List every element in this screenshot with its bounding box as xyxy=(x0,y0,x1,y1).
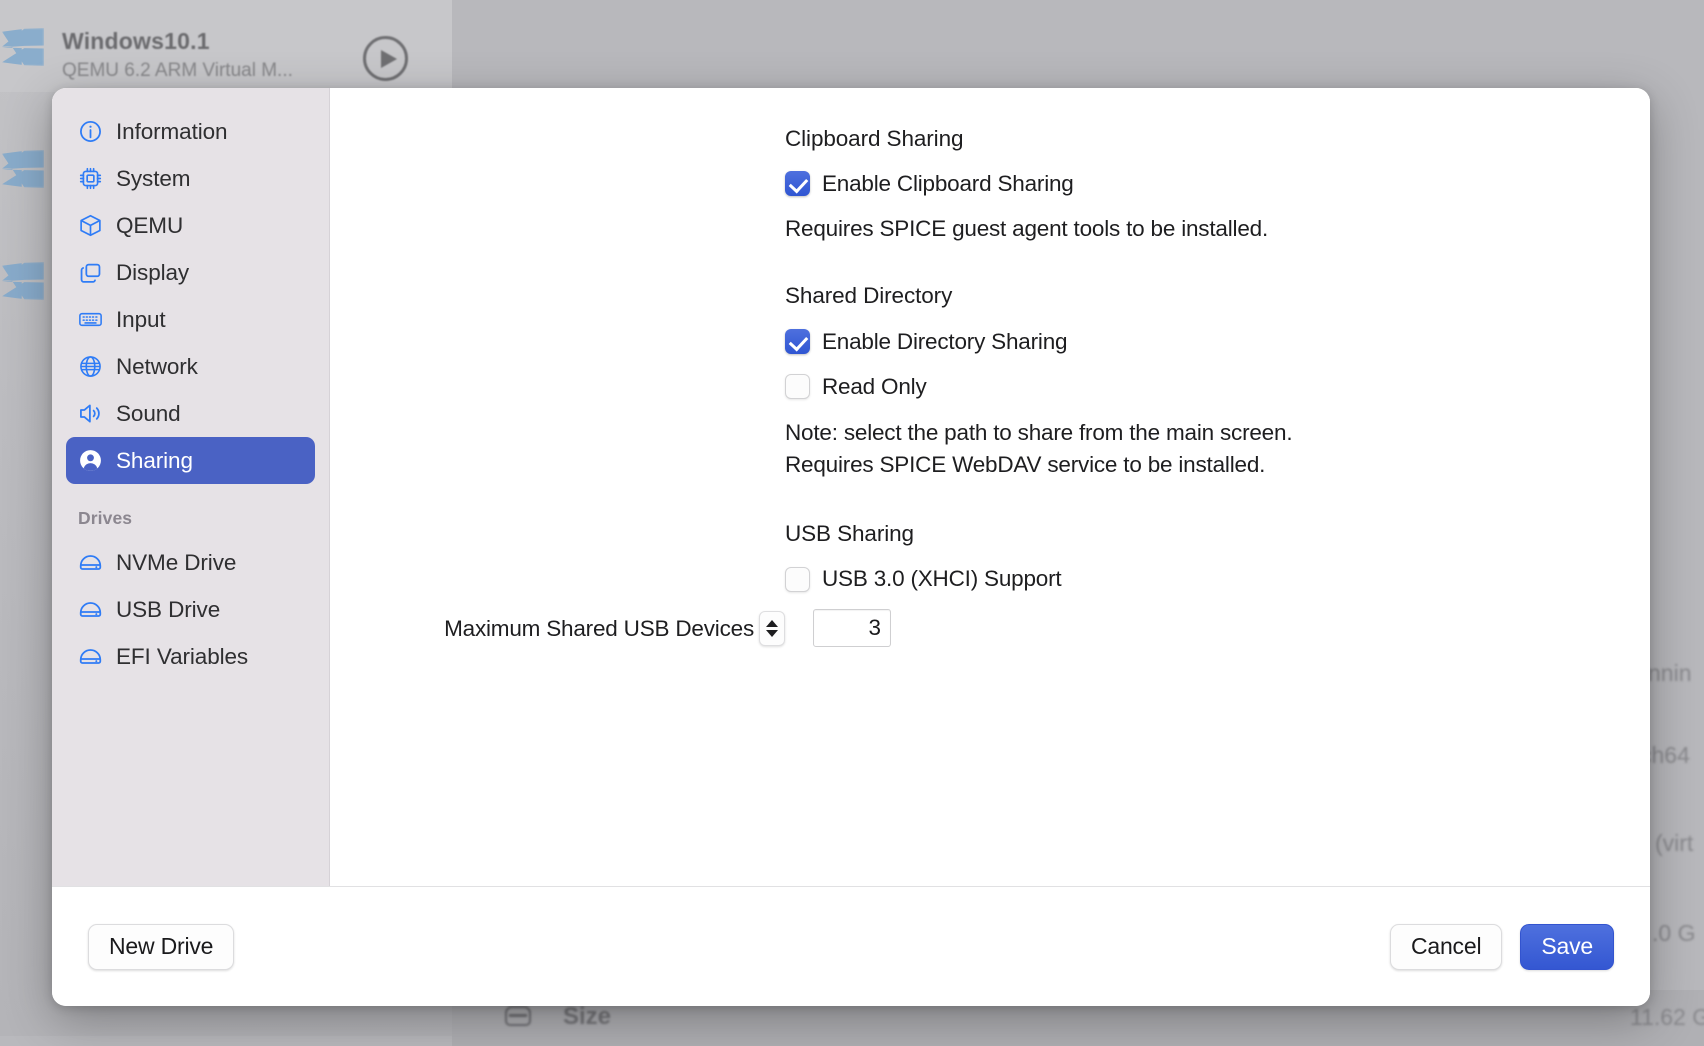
max-usb-devices-label: Maximum Shared USB Devices xyxy=(444,612,754,645)
keyboard-icon xyxy=(78,307,103,332)
dialog-footer: New Drive Cancel Save xyxy=(52,886,1650,1006)
host-size-label: Size xyxy=(563,1003,611,1031)
sidebar-item-label: Input xyxy=(116,307,166,333)
enable-clipboard-sharing-label: Enable Clipboard Sharing xyxy=(822,171,1074,197)
clipboard-section-title-row: Clipboard Sharing xyxy=(330,128,1650,151)
sidebar-item-system[interactable]: System xyxy=(66,155,315,202)
read-only-checkbox[interactable] xyxy=(785,374,810,399)
directory-enable-row: Enable Directory Sharing xyxy=(330,329,1650,355)
drive-icon xyxy=(78,597,103,622)
stepper-up-icon[interactable] xyxy=(766,620,778,627)
enable-clipboard-sharing-checkbox-row[interactable]: Enable Clipboard Sharing xyxy=(785,171,1650,197)
sidebar-item-usb-drive[interactable]: USB Drive xyxy=(66,586,315,633)
sidebar-item-label: Display xyxy=(116,260,189,286)
sidebar-item-label: Information xyxy=(116,119,227,145)
sidebar-item-label: System xyxy=(116,166,190,192)
clipboard-enable-row: Enable Clipboard Sharing xyxy=(330,171,1650,197)
sidebar-item-input[interactable]: Input xyxy=(66,296,315,343)
shared-directory-section-title: Shared Directory xyxy=(785,285,1650,308)
sidebar-item-network[interactable]: Network xyxy=(66,343,315,390)
enable-directory-sharing-checkbox[interactable] xyxy=(785,329,810,354)
drive-icon xyxy=(505,1006,531,1026)
enable-clipboard-sharing-checkbox[interactable] xyxy=(785,171,810,196)
sidebar-group-drives: Drives xyxy=(66,508,315,529)
host-virt-fragment: (virt xyxy=(1655,830,1693,857)
stepper-down-icon[interactable] xyxy=(766,630,778,637)
windows-stack-icon xyxy=(78,260,103,285)
shared-directory-note-line1: Note: select the path to share from the … xyxy=(785,417,1650,449)
host-window-subtitle: QEMU 6.2 ARM Virtual M... xyxy=(62,60,293,82)
read-only-label: Read Only xyxy=(822,374,927,400)
settings-content-sharing: Clipboard Sharing Enable Clipboard Shari… xyxy=(330,88,1650,886)
read-only-checkbox-row[interactable]: Read Only xyxy=(785,374,1650,400)
person-circle-icon xyxy=(78,448,103,473)
max-usb-devices-stepper[interactable] xyxy=(759,611,785,646)
play-icon[interactable] xyxy=(363,36,408,81)
cancel-button[interactable]: Cancel xyxy=(1390,924,1502,970)
drive-icon xyxy=(78,550,103,575)
clipboard-note: Requires SPICE guest agent tools to be i… xyxy=(785,213,1650,245)
directory-readonly-row: Read Only xyxy=(330,374,1650,400)
enable-directory-sharing-label: Enable Directory Sharing xyxy=(822,329,1067,355)
usb3-xhci-label: USB 3.0 (XHCI) Support xyxy=(822,566,1061,592)
sidebar-item-sound[interactable]: Sound xyxy=(66,390,315,437)
sidebar-item-label: Sharing xyxy=(116,448,193,474)
shared-directory-section-title-row: Shared Directory xyxy=(330,285,1650,308)
speaker-wave-icon xyxy=(78,401,103,426)
usb3-xhci-checkbox-row[interactable]: USB 3.0 (XHCI) Support xyxy=(785,566,1650,592)
usb-section-title-row: USB Sharing xyxy=(330,523,1650,546)
sidebar-item-label: Network xyxy=(116,354,198,380)
windows-logo-icon xyxy=(2,262,44,300)
cpu-chip-icon xyxy=(78,166,103,191)
dialog-body: Information System xyxy=(52,88,1650,886)
host-status-fragment: nnin xyxy=(1648,660,1691,687)
sidebar-item-information[interactable]: Information xyxy=(66,108,315,155)
windows-logo-icon xyxy=(2,150,44,188)
vm-settings-dialog: Information System xyxy=(52,88,1650,1006)
enable-directory-sharing-checkbox-row[interactable]: Enable Directory Sharing xyxy=(785,329,1650,355)
clipboard-section-title: Clipboard Sharing xyxy=(785,128,1650,151)
max-usb-devices-input[interactable] xyxy=(813,609,891,647)
sidebar-item-nvme-drive[interactable]: NVMe Drive xyxy=(66,539,315,586)
cube-box-icon xyxy=(78,213,103,238)
sidebar-item-label: Sound xyxy=(116,401,181,427)
usb-sharing-section-title: USB Sharing xyxy=(785,523,1650,546)
usb3-xhci-checkbox[interactable] xyxy=(785,567,810,592)
globe-icon xyxy=(78,354,103,379)
settings-sidebar: Information System xyxy=(52,88,330,886)
shared-directory-note-line2: Requires SPICE WebDAV service to be inst… xyxy=(785,449,1650,481)
sidebar-item-efi-variables[interactable]: EFI Variables xyxy=(66,633,315,680)
save-button[interactable]: Save xyxy=(1520,924,1614,970)
sidebar-item-label: EFI Variables xyxy=(116,644,248,670)
sharing-form: Clipboard Sharing Enable Clipboard Shari… xyxy=(330,88,1650,647)
max-usb-devices-label-cell: Maximum Shared USB Devices xyxy=(330,611,785,646)
host-size-value: 11.62 G xyxy=(1630,1004,1704,1031)
drive-icon xyxy=(78,644,103,669)
sidebar-item-sharing[interactable]: Sharing xyxy=(66,437,315,484)
directory-note-row: Note: select the path to share from the … xyxy=(330,417,1650,481)
host-memory-fragment: .0 G xyxy=(1652,920,1695,947)
host-window-title: Windows10.1 xyxy=(62,28,210,55)
max-usb-devices-row: Maximum Shared USB Devices xyxy=(330,609,1650,647)
clipboard-note-row: Requires SPICE guest agent tools to be i… xyxy=(330,213,1650,245)
usb-xhci-row: USB 3.0 (XHCI) Support xyxy=(330,566,1650,592)
sidebar-item-label: QEMU xyxy=(116,213,183,239)
new-drive-button[interactable]: New Drive xyxy=(88,924,234,970)
sidebar-item-label: NVMe Drive xyxy=(116,550,236,576)
sidebar-item-qemu[interactable]: QEMU xyxy=(66,202,315,249)
info-circle-icon xyxy=(78,119,103,144)
sidebar-item-label: USB Drive xyxy=(116,597,220,623)
sidebar-item-display[interactable]: Display xyxy=(66,249,315,296)
